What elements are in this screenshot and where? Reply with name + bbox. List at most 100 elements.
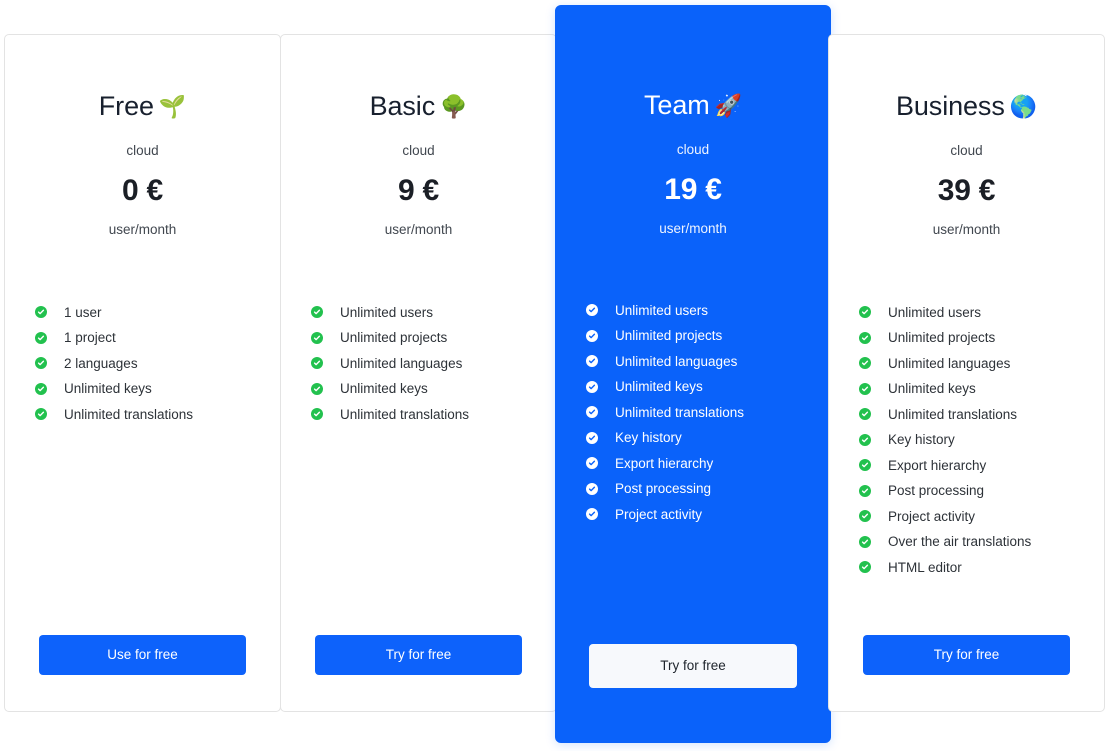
plan-header: Business 🌎 cloud 39 € user/month bbox=[829, 35, 1104, 238]
feature-item: Unlimited projects bbox=[859, 325, 1104, 351]
feature-item: 1 project bbox=[35, 325, 280, 351]
feature-label: Unlimited projects bbox=[888, 330, 996, 346]
check-circle-icon bbox=[311, 382, 323, 395]
feature-item: Project activity bbox=[859, 504, 1104, 530]
check-circle-icon bbox=[859, 484, 871, 497]
feature-item: 1 user bbox=[35, 300, 280, 326]
plan-header: Team 🚀 cloud 19 € user/month bbox=[556, 6, 830, 237]
plan-title: Business 🌎 bbox=[829, 91, 1104, 121]
pricing-plans-container: Free 🌱 cloud 0 € user/month 1 user 1 proj… bbox=[0, 0, 1108, 751]
feature-label: Unlimited keys bbox=[888, 381, 976, 397]
feature-label: 1 user bbox=[64, 304, 102, 320]
check-circle-icon bbox=[35, 382, 47, 395]
check-circle-icon bbox=[859, 535, 871, 548]
feature-label: Unlimited languages bbox=[340, 355, 463, 371]
try-for-free-button[interactable]: Try for free bbox=[863, 634, 1070, 675]
feature-item: Export hierarchy bbox=[586, 451, 830, 477]
feature-item: Unlimited keys bbox=[311, 376, 556, 402]
rocket-emoji: 🚀 bbox=[714, 93, 742, 118]
check-circle-icon bbox=[586, 508, 598, 521]
plan-title: Team 🚀 bbox=[556, 90, 830, 120]
feature-label: Unlimited languages bbox=[888, 355, 1011, 371]
plan-price: 19 € bbox=[664, 173, 722, 207]
plan-hosting-label: cloud bbox=[402, 143, 435, 159]
feature-item: Unlimited translations bbox=[586, 400, 830, 426]
check-circle-icon bbox=[311, 331, 323, 344]
feature-label: Post processing bbox=[888, 483, 985, 499]
check-circle-icon bbox=[586, 482, 598, 495]
feature-label: 1 project bbox=[64, 330, 116, 346]
check-circle-icon bbox=[35, 306, 47, 319]
feature-label: 2 languages bbox=[64, 355, 138, 371]
check-circle-icon bbox=[311, 357, 323, 370]
feature-item: Unlimited translations bbox=[859, 402, 1104, 428]
feature-label: Unlimited languages bbox=[615, 353, 738, 369]
try-for-free-button[interactable]: Try for free bbox=[589, 643, 797, 688]
feature-label: Key history bbox=[615, 430, 682, 446]
use-for-free-button[interactable]: Use for free bbox=[39, 634, 246, 675]
globe-emoji: 🌎 bbox=[1009, 94, 1038, 119]
feature-list: 1 user 1 project 2 languages Unlimited k… bbox=[5, 238, 280, 635]
feature-label: Unlimited projects bbox=[340, 330, 448, 346]
feature-list: Unlimited users Unlimited projects Unlim… bbox=[281, 238, 556, 635]
feature-label: Unlimited keys bbox=[340, 381, 428, 397]
pricing-card-business[interactable]: Business 🌎 cloud 39 € user/month Unlimite… bbox=[828, 34, 1105, 712]
check-circle-icon bbox=[586, 457, 598, 470]
plan-name-text: Business bbox=[895, 91, 1005, 121]
feature-item: Unlimited translations bbox=[35, 402, 280, 428]
feature-label: Project activity bbox=[888, 508, 976, 524]
feature-label: Unlimited keys bbox=[64, 381, 152, 397]
check-circle-icon bbox=[586, 329, 598, 342]
feature-label: Export hierarchy bbox=[615, 455, 714, 471]
pricing-card-free[interactable]: Free 🌱 cloud 0 € user/month 1 user 1 proj… bbox=[4, 34, 281, 712]
check-circle-icon bbox=[859, 459, 871, 472]
feature-item: Unlimited users bbox=[311, 300, 556, 326]
check-circle-icon bbox=[586, 355, 598, 368]
try-for-free-button[interactable]: Try for free bbox=[315, 634, 522, 675]
feature-list: Unlimited users Unlimited projects Unlim… bbox=[556, 237, 830, 644]
feature-item: Key history bbox=[586, 425, 830, 451]
cta-wrapper: Use for free bbox=[5, 634, 280, 712]
check-circle-icon bbox=[35, 408, 47, 421]
check-circle-icon bbox=[859, 433, 871, 446]
feature-label: Unlimited users bbox=[340, 304, 434, 320]
plan-price: 0 € bbox=[121, 174, 164, 208]
plan-name-text: Free bbox=[98, 91, 154, 121]
check-circle-icon bbox=[35, 357, 47, 370]
feature-item: 2 languages bbox=[35, 351, 280, 377]
check-circle-icon bbox=[586, 406, 598, 419]
feature-label: Unlimited translations bbox=[64, 406, 194, 422]
feature-label: HTML editor bbox=[888, 559, 962, 575]
plan-name-text: Team bbox=[644, 90, 710, 120]
plan-billing-period: user/month bbox=[384, 221, 453, 237]
feature-item: Unlimited translations bbox=[311, 402, 556, 428]
plan-price: 39 € bbox=[937, 174, 996, 208]
check-circle-icon bbox=[859, 382, 871, 395]
check-circle-icon bbox=[859, 561, 871, 574]
feature-label: Key history bbox=[888, 432, 955, 448]
feature-item: Unlimited languages bbox=[586, 349, 830, 375]
feature-label: Unlimited translations bbox=[888, 406, 1018, 422]
plan-hosting-label: cloud bbox=[676, 142, 710, 158]
check-circle-icon bbox=[859, 510, 871, 523]
cta-wrapper: Try for free bbox=[829, 634, 1104, 712]
feature-item: Unlimited users bbox=[859, 300, 1104, 326]
check-circle-icon bbox=[586, 431, 598, 444]
plan-title: Free 🌱 bbox=[5, 91, 280, 121]
tree-emoji: 🌳 bbox=[440, 94, 468, 119]
check-circle-icon bbox=[859, 357, 871, 370]
feature-item: Post processing bbox=[586, 476, 830, 502]
feature-item: Unlimited users bbox=[586, 298, 830, 324]
check-circle-icon bbox=[859, 331, 871, 344]
pricing-card-basic[interactable]: Basic 🌳 cloud 9 € user/month Unlimited us… bbox=[280, 34, 557, 712]
cta-wrapper: Try for free bbox=[281, 634, 556, 712]
feature-list: Unlimited users Unlimited projects Unlim… bbox=[829, 238, 1104, 635]
plan-header: Basic 🌳 cloud 9 € user/month bbox=[281, 35, 556, 238]
plan-header: Free 🌱 cloud 0 € user/month bbox=[5, 35, 280, 238]
plan-hosting-label: cloud bbox=[950, 143, 983, 159]
check-circle-icon bbox=[586, 304, 598, 317]
plan-name-text: Basic bbox=[369, 91, 436, 121]
plan-title: Basic 🌳 bbox=[281, 91, 556, 121]
pricing-card-team[interactable]: Team 🚀 cloud 19 € user/month Unlimited us… bbox=[555, 5, 831, 743]
feature-label: Unlimited users bbox=[615, 302, 709, 318]
